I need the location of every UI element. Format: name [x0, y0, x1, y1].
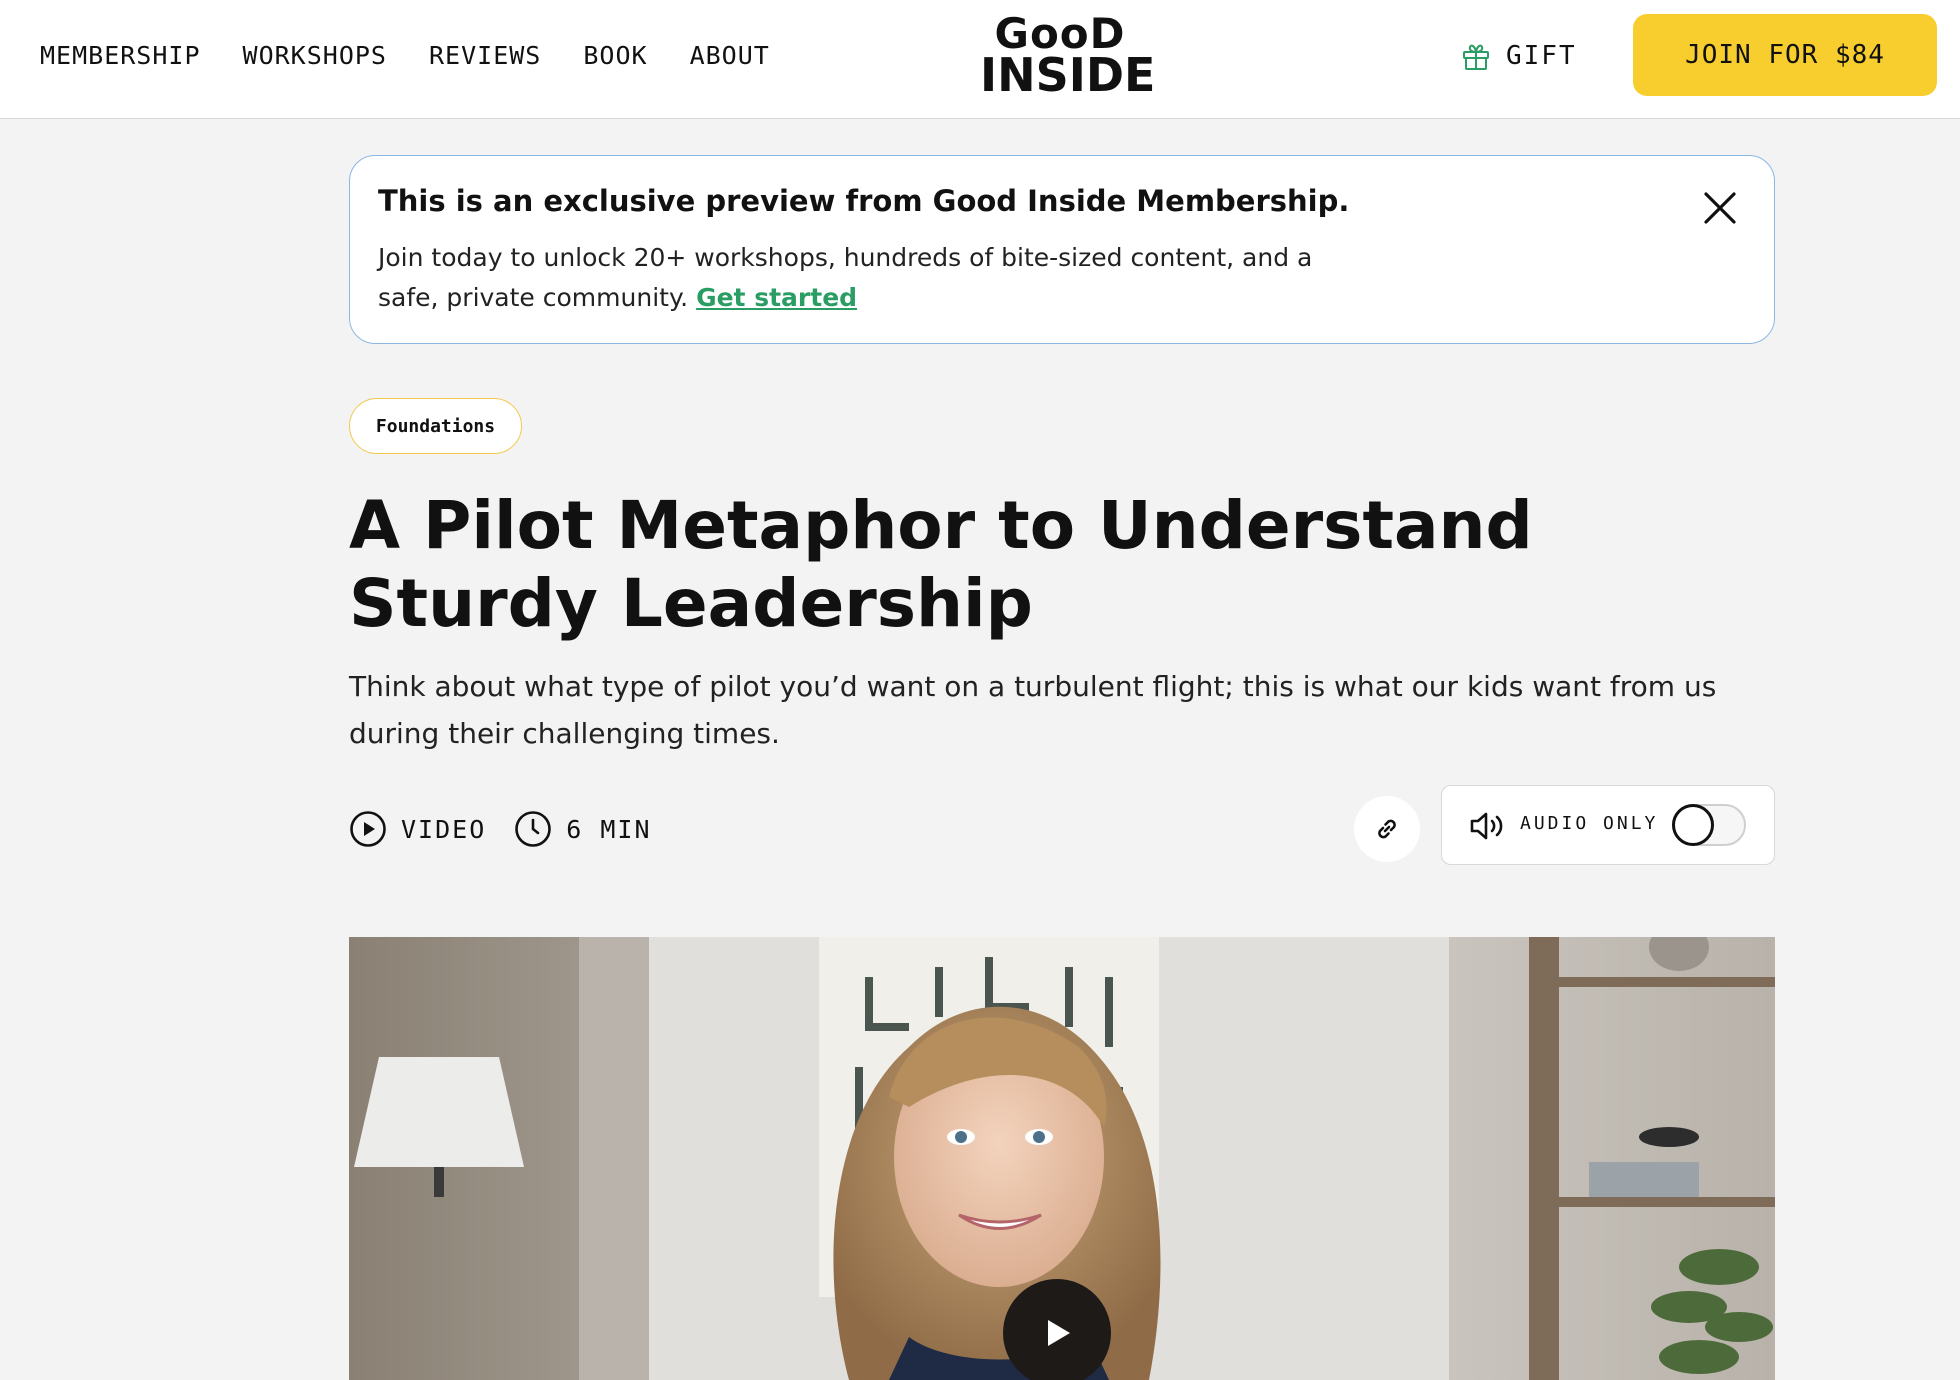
audio-only-label: AUDIO ONLY: [1520, 813, 1659, 834]
site-header: MEMBERSHIP WORKSHOPS REVIEWS BOOK ABOUT …: [0, 0, 1960, 119]
gift-icon: [1463, 44, 1489, 70]
link-icon: [1378, 819, 1396, 839]
site-logo[interactable]: GooD INSIDE: [980, 13, 1155, 98]
logo-line-2: INSIDE: [980, 47, 1156, 102]
nav-book[interactable]: BOOK: [583, 41, 647, 70]
join-button[interactable]: JOIN FOR $84: [1633, 14, 1937, 96]
close-icon: [1704, 192, 1736, 224]
banner-body: Join today to unlock 20+ workshops, hund…: [378, 238, 1378, 318]
page-subtitle: Think about what type of pilot you’d wan…: [349, 670, 1717, 750]
get-started-link[interactable]: Get started: [696, 283, 857, 312]
close-banner-button[interactable]: [1696, 184, 1744, 232]
category-tag[interactable]: Foundations: [349, 398, 522, 454]
gift-label: GIFT: [1506, 41, 1577, 71]
play-button[interactable]: [1003, 1279, 1111, 1380]
media-type-label: VIDEO: [401, 814, 487, 844]
audio-only-toggle[interactable]: [1672, 804, 1746, 846]
play-circle-icon: [350, 811, 386, 847]
nav-about[interactable]: ABOUT: [690, 41, 770, 70]
gift-link[interactable]: GIFT: [1460, 36, 1577, 76]
media-meta: VIDEO 6 MIN: [349, 808, 680, 850]
nav-workshops[interactable]: WORKSHOPS: [243, 41, 387, 70]
audio-only-control: AUDIO ONLY: [1441, 785, 1775, 865]
play-icon: [1048, 1320, 1070, 1346]
clock-icon: [515, 811, 552, 847]
copy-link-button[interactable]: [1354, 796, 1420, 862]
page-title: A Pilot Metaphor to Understand Sturdy Le…: [349, 487, 1533, 642]
duration-label: 6 MIN: [566, 814, 652, 844]
media-duration: 6 MIN: [514, 810, 651, 848]
media-type: VIDEO: [349, 810, 486, 848]
nav-reviews[interactable]: REVIEWS: [429, 41, 541, 70]
speaker-icon: [1470, 812, 1503, 840]
preview-banner: This is an exclusive preview from Good I…: [349, 155, 1775, 344]
video-player[interactable]: [349, 937, 1775, 1380]
banner-title: This is an exclusive preview from Good I…: [378, 184, 1350, 218]
nav-membership[interactable]: MEMBERSHIP: [40, 41, 201, 70]
main-nav: MEMBERSHIP WORKSHOPS REVIEWS BOOK ABOUT: [40, 0, 812, 110]
toggle-knob: [1672, 804, 1714, 846]
